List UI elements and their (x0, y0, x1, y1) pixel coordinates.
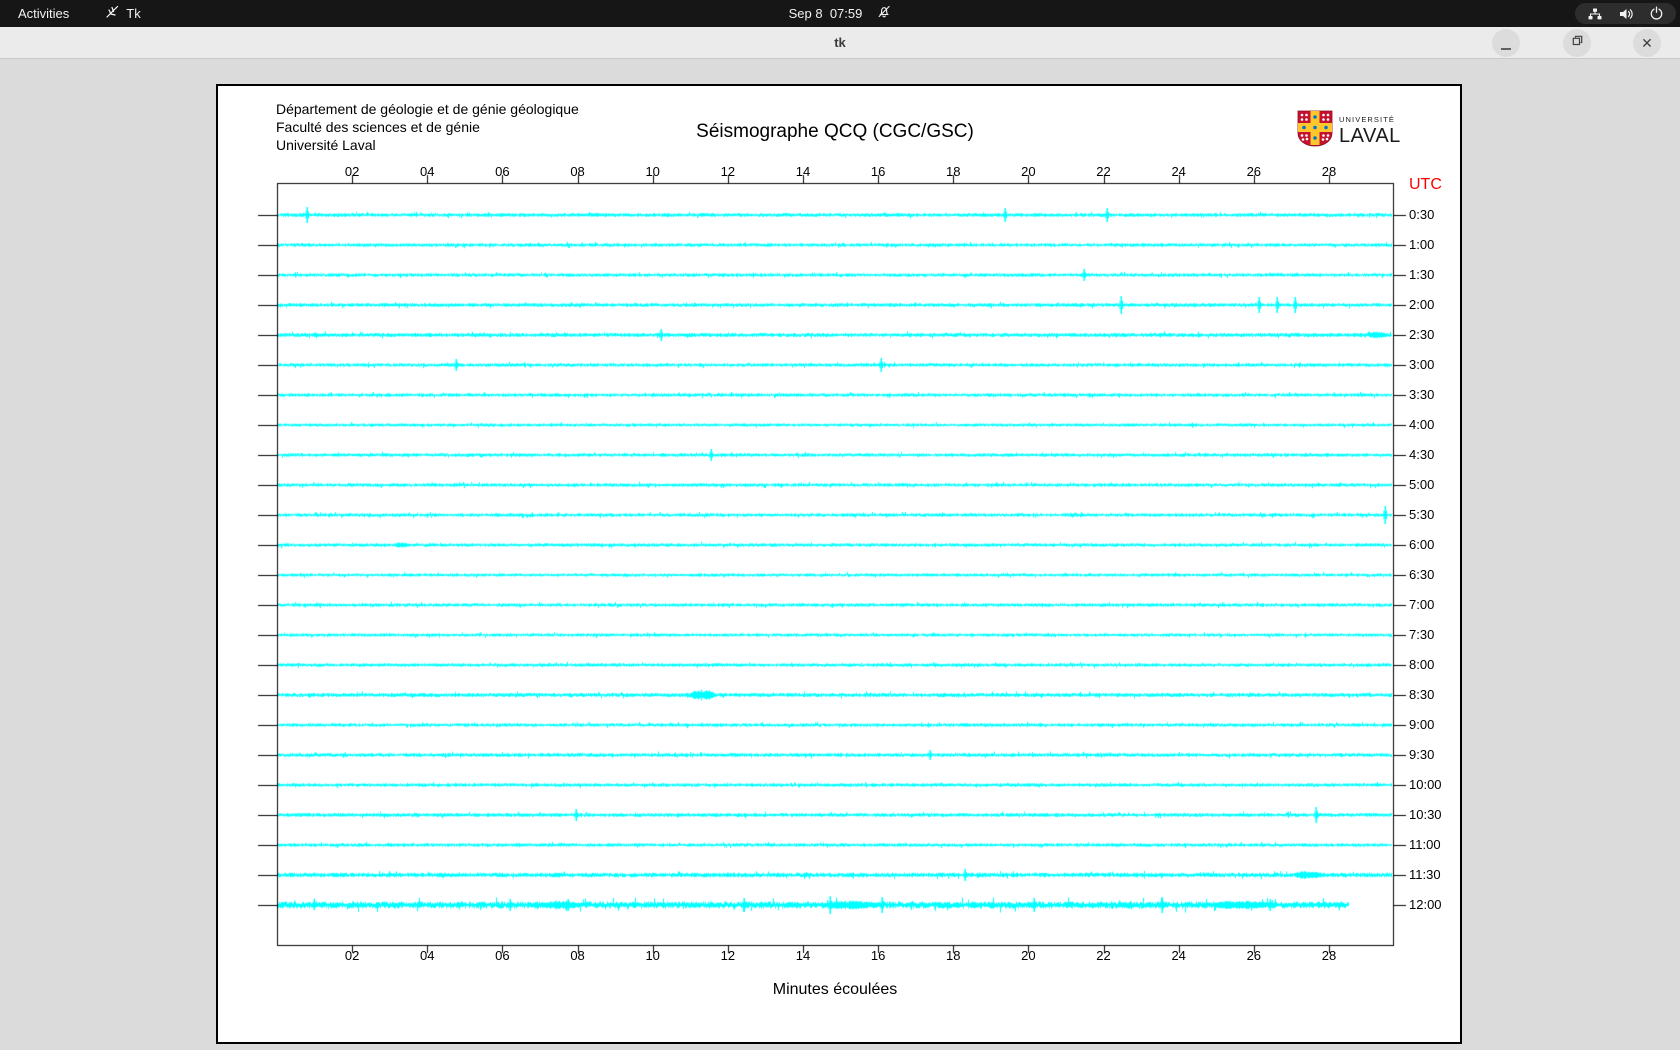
utc-row-label: 11:00 (1409, 837, 1441, 852)
x-tick-label-top: 16 (870, 164, 886, 179)
utc-row-label: 4:00 (1409, 417, 1435, 432)
x-tick-label-top: 12 (720, 164, 736, 179)
x-tick-label-top: 02 (344, 164, 360, 179)
x-tick-label-bottom: 28 (1321, 948, 1337, 963)
x-tick-label-top: 18 (946, 164, 961, 179)
utc-row-label: 9:00 (1409, 717, 1435, 732)
utc-row-label: 3:00 (1409, 357, 1435, 372)
utc-row-label: 9:30 (1409, 747, 1435, 762)
clock-menu[interactable]: Sep 8 07:59 (789, 0, 892, 27)
institution-line: Département de géologie et de génie géol… (276, 101, 579, 117)
utc-row-label: 6:00 (1409, 537, 1435, 552)
utc-row-label: 2:30 (1409, 327, 1435, 342)
maximize-button[interactable] (1563, 29, 1591, 57)
utc-row-label: 1:30 (1409, 267, 1435, 282)
utc-row-label: 5:00 (1409, 477, 1435, 492)
utc-row-label: 11:30 (1409, 867, 1441, 882)
activities-button[interactable]: Activities (0, 0, 87, 27)
logo-universite-text: UNIVERSITÉ (1339, 114, 1396, 124)
window-title: tk (834, 35, 846, 50)
x-tick-label-bottom: 26 (1246, 948, 1262, 963)
app-menu-tk[interactable]: Tk (105, 5, 141, 22)
minimize-button[interactable] (1492, 29, 1520, 57)
universite-laval-logo: UNIVERSITÉ LAVAL (1297, 110, 1401, 152)
x-tick-label-bottom: 16 (870, 948, 886, 963)
utc-row-label: 2:00 (1409, 297, 1435, 312)
x-tick-label-top: 22 (1096, 164, 1111, 179)
utc-row-label: 7:00 (1409, 597, 1435, 612)
x-axis-title: Minutes écoulées (772, 981, 898, 998)
utc-row-label: 7:30 (1409, 627, 1435, 642)
seismograph-canvas (216, 84, 1462, 1044)
app-menu-label: Tk (126, 6, 141, 21)
window-titlebar[interactable]: tk (0, 27, 1680, 59)
x-tick-label-bottom: 10 (645, 948, 660, 963)
utc-row-label: 3:30 (1409, 387, 1435, 402)
x-tick-label-bottom: 06 (495, 948, 510, 963)
x-tick-label-top: 24 (1171, 164, 1186, 179)
power-icon (1649, 6, 1664, 21)
restore-icon (1571, 34, 1584, 52)
utc-row-label: 0:30 (1409, 207, 1435, 222)
utc-row-label: 1:00 (1409, 237, 1435, 252)
x-tick-label-bottom: 24 (1171, 948, 1186, 963)
x-tick-label-bottom: 02 (344, 948, 360, 963)
plot-title: Séismographe QCQ (CGC/GSC) (696, 121, 974, 142)
volume-icon (1618, 6, 1634, 22)
x-tick-label-top: 20 (1021, 164, 1036, 179)
x-tick-label-top: 28 (1321, 164, 1337, 179)
laval-crest-icon (1297, 110, 1333, 152)
x-tick-label-bottom: 04 (420, 948, 435, 963)
bell-slash-icon (876, 4, 891, 24)
x-tick-label-top: 06 (495, 164, 510, 179)
system-status-menu[interactable] (1575, 3, 1676, 24)
utc-row-label: 8:00 (1409, 657, 1435, 672)
utc-row-label: 6:30 (1409, 567, 1435, 582)
utc-row-label: 10:30 (1409, 807, 1442, 822)
utc-row-label: 4:30 (1409, 447, 1435, 462)
close-icon: ✕ (1641, 34, 1653, 51)
x-tick-label-top: 14 (795, 164, 811, 179)
utc-row-label: 12:00 (1409, 897, 1442, 912)
x-tick-label-top: 10 (645, 164, 660, 179)
gnome-top-bar: Activities Tk Sep 8 07:59 (0, 0, 1680, 27)
x-tick-label-bottom: 08 (570, 948, 585, 963)
tk-feather-icon (105, 5, 119, 22)
x-tick-label-bottom: 12 (720, 948, 736, 963)
minimize-icon (1500, 38, 1512, 54)
utc-row-label: 8:30 (1409, 687, 1435, 702)
x-tick-label-bottom: 20 (1021, 948, 1036, 963)
logo-laval-text: LAVAL (1339, 124, 1401, 147)
utc-label: UTC (1409, 176, 1442, 193)
network-icon (1587, 6, 1603, 22)
close-button[interactable]: ✕ (1633, 29, 1661, 57)
x-tick-label-top: 26 (1246, 164, 1262, 179)
desktop: Activities Tk Sep 8 07:59 tk ✕ Départeme… (0, 0, 1680, 1050)
x-tick-label-bottom: 22 (1096, 948, 1111, 963)
x-tick-label-top: 08 (570, 164, 585, 179)
utc-row-label: 5:30 (1409, 507, 1435, 522)
x-tick-label-top: 04 (420, 164, 435, 179)
utc-row-label: 10:00 (1409, 777, 1442, 792)
clock-label: Sep 8 07:59 (788, 6, 863, 21)
x-tick-label-bottom: 18 (946, 948, 961, 963)
x-tick-label-bottom: 14 (795, 948, 811, 963)
